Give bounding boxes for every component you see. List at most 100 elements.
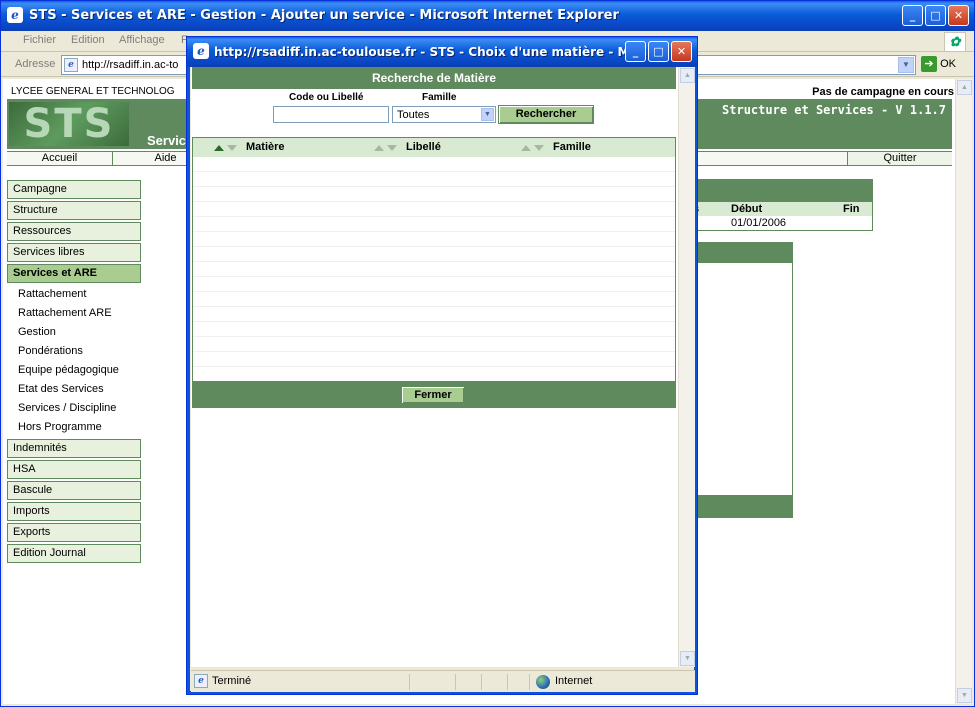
campaign-table-header	[679, 180, 872, 202]
side-sub-ponderations[interactable]: Pondérations	[7, 342, 141, 361]
main-scrollbar[interactable]: ▲ ▼	[955, 79, 972, 704]
main-window-title: STS - Services et ARE - Gestion - Ajoute…	[29, 8, 619, 23]
status-divider	[481, 674, 482, 690]
popup-ie-icon: e	[193, 43, 209, 59]
address-label: Adresse	[15, 58, 56, 70]
menu-affichage[interactable]: Affichage	[119, 34, 165, 46]
maximize-button[interactable]: □	[925, 5, 946, 26]
nav-quitter[interactable]: Quitter	[847, 152, 952, 165]
sort-famille-asc-icon[interactable]	[521, 145, 531, 151]
debut-value: 01/01/2006	[731, 217, 787, 229]
col-libelle: Libellé	[406, 141, 441, 153]
table-row	[193, 322, 675, 337]
col-matiere: Matière	[246, 141, 285, 153]
go-label: OK	[940, 57, 956, 70]
sort-matiere-desc-icon[interactable]	[227, 145, 237, 151]
side-sub-etat-des-services[interactable]: Etat des Services	[7, 380, 141, 399]
side-menu: Campagne Structure Ressources Services l…	[7, 180, 141, 565]
table-row	[193, 247, 675, 262]
table-row	[193, 157, 675, 172]
windows-logo-icon: ✿	[944, 32, 966, 52]
table-row	[193, 232, 675, 247]
campaign-table: s Début Fin 01/01/2006	[678, 179, 873, 231]
menu-edition[interactable]: Edition	[71, 34, 105, 46]
table-row	[193, 352, 675, 367]
table-row	[193, 262, 675, 277]
col-fin: Fin	[843, 203, 860, 215]
popup-scrollbar[interactable]: ▲ ▼	[678, 67, 695, 667]
famille-label: Famille	[422, 92, 457, 103]
status-divider	[529, 674, 530, 690]
side-sub-services-discipline[interactable]: Services / Discipline	[7, 399, 141, 418]
side-item-edition-journal[interactable]: Edition Journal	[7, 544, 141, 563]
side-item-structure[interactable]: Structure	[7, 201, 141, 220]
popup-scroll-down-icon[interactable]: ▼	[680, 651, 695, 666]
go-arrow-icon: ➔	[921, 56, 937, 72]
side-item-bascule[interactable]: Bascule	[7, 481, 141, 500]
side-sub-hors-programme[interactable]: Hors Programme	[7, 418, 141, 437]
popup-scroll-up-icon[interactable]: ▲	[680, 68, 695, 83]
table-row	[193, 202, 675, 217]
popup-maximize-button[interactable]: □	[648, 41, 669, 62]
school-name: LYCEE GENERAL ET TECHNOLOG	[11, 86, 175, 97]
side-sub-rattachement-are[interactable]: Rattachement ARE	[7, 304, 141, 323]
results-table: Matière Libellé Famille	[192, 137, 676, 382]
side-item-indemnites[interactable]: Indemnités	[7, 439, 141, 458]
status-divider	[507, 674, 508, 690]
address-dropdown-icon[interactable]: ▼	[898, 57, 914, 73]
table-row	[193, 217, 675, 232]
side-item-exports[interactable]: Exports	[7, 523, 141, 542]
main-window-controls: _ □ ✕	[902, 5, 969, 26]
col-debut: Début	[731, 203, 763, 215]
results-rows	[193, 157, 675, 367]
popup-minimize-button[interactable]: _	[625, 41, 646, 62]
popup-window-controls: _ □ ✕	[625, 41, 692, 62]
sort-libelle-desc-icon[interactable]	[387, 145, 397, 151]
menu-fichier[interactable]: Fichier	[23, 34, 56, 46]
sort-famille-desc-icon[interactable]	[534, 145, 544, 151]
ie-icon: e	[7, 7, 23, 23]
popup-title-bar[interactable]: e http://rsadiff.in.ac-toulouse.fr - STS…	[187, 37, 697, 67]
go-button[interactable]: ➔ OK	[921, 56, 965, 74]
col-famille: Famille	[553, 141, 591, 153]
main-title-bar[interactable]: e STS - Services et ARE - Gestion - Ajou…	[1, 1, 974, 31]
matiere-popup-window: e http://rsadiff.in.ac-toulouse.fr - STS…	[186, 36, 698, 695]
popup-close-button[interactable]: ✕	[671, 41, 692, 62]
side-item-campagne[interactable]: Campagne	[7, 180, 141, 199]
close-button[interactable]: ✕	[948, 5, 969, 26]
sort-matiere-asc-icon[interactable]	[214, 145, 224, 151]
popup-content: Recherche de Matière Code ou Libellé Fam…	[191, 67, 695, 667]
side-item-hsa[interactable]: HSA	[7, 460, 141, 479]
side-sub-gestion[interactable]: Gestion	[7, 323, 141, 342]
table-row	[193, 277, 675, 292]
side-item-services-libres[interactable]: Services libres	[7, 243, 141, 262]
side-item-services-et-are[interactable]: Services et ARE	[7, 264, 141, 283]
campaign-status: Pas de campagne en cours	[812, 86, 954, 98]
campaign-table-columns: s Début Fin	[679, 202, 872, 216]
minimize-button[interactable]: _	[902, 5, 923, 26]
famille-value: Toutes	[397, 109, 430, 121]
rechercher-button[interactable]: Rechercher	[498, 105, 594, 124]
fermer-button[interactable]: Fermer	[401, 386, 465, 404]
nav-accueil[interactable]: Accueil	[7, 152, 113, 165]
sts-logo: STS	[9, 102, 129, 146]
results-columns: Matière Libellé Famille	[193, 138, 675, 157]
main-scroll-down-icon[interactable]: ▼	[957, 688, 972, 703]
side-item-ressources[interactable]: Ressources	[7, 222, 141, 241]
side-item-imports[interactable]: Imports	[7, 502, 141, 521]
zone-text: Internet	[555, 675, 593, 687]
internet-globe-icon	[536, 675, 550, 689]
code-libelle-input[interactable]	[273, 106, 389, 123]
search-header: Recherche de Matière	[192, 67, 676, 89]
app-version: Structure et Services - V 1.1.7	[722, 103, 946, 117]
table-row	[193, 307, 675, 322]
status-divider	[409, 674, 410, 690]
side-sub-rattachement[interactable]: Rattachement	[7, 285, 141, 304]
campaign-table-row: 01/01/2006	[679, 216, 872, 230]
sort-libelle-asc-icon[interactable]	[374, 145, 384, 151]
main-scroll-up-icon[interactable]: ▲	[957, 80, 972, 95]
done-page-icon: e	[194, 674, 208, 688]
famille-dropdown-icon[interactable]: ▼	[481, 108, 494, 121]
famille-select[interactable]: Toutes ▼	[392, 106, 496, 123]
side-sub-equipe-pedagogique[interactable]: Equipe pédagogique	[7, 361, 141, 380]
